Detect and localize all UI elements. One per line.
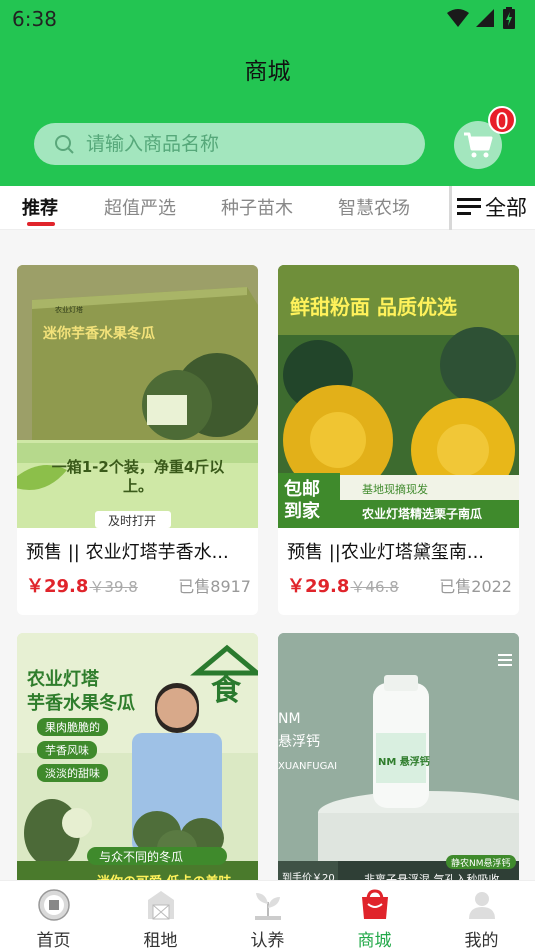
search-bar[interactable] [34, 123, 425, 165]
status-bar: 6:38 [0, 0, 535, 36]
product-title: 预售 || 农业灯塔芋香水... [26, 542, 229, 563]
category-tabs: 推荐 超值严选 种子苗木 智慧农场 全部 [0, 186, 535, 230]
product-info: 预售 ||农业灯塔黛玺南... ￥29.8￥46.8 已售2022 [278, 528, 519, 615]
nav-home[interactable]: 首页 [0, 881, 107, 951]
user-icon [468, 892, 495, 919]
tab-smart-farm[interactable]: 智慧农场 [338, 194, 410, 220]
seal-text: 食 [211, 673, 241, 708]
all-categories-label: 全部 [485, 196, 527, 220]
product-info: 预售 || 农业灯塔芋香水... ￥29.8￥39.8 已售8917 [17, 528, 258, 615]
bottom-tag-text: 与众不同的冬瓜 [99, 850, 184, 864]
tag-text: 静农NM悬浮钙 [451, 859, 511, 869]
product-image: 鲜甜粉面 品质优选 包邮到家 基地现摘现发 农业灯塔精选栗子南瓜 [278, 265, 519, 528]
battery-icon [503, 7, 515, 29]
banner-text: 一箱1-2个装，净重4斤以上。 [51, 458, 225, 495]
signal-icon [476, 9, 494, 27]
nav-label: 我的 [464, 931, 499, 951]
farm-building-icon [147, 891, 174, 920]
sprout-icon [254, 893, 281, 920]
product-original-price: ￥46.8 [350, 578, 399, 596]
bottom-nav: 首页 租地 认养 商城 我的 [0, 880, 535, 951]
tab-active-indicator [27, 222, 55, 226]
status-icons [447, 7, 515, 29]
nav-label: 首页 [36, 931, 71, 951]
cart-badge: 0 [488, 106, 516, 135]
brand-text: NM [278, 711, 301, 727]
nav-adopt[interactable]: 认养 [214, 881, 321, 951]
nav-label: 认养 [250, 931, 285, 951]
bullet-text: 淡淡的甜味 [37, 764, 108, 782]
box-brand-text: 农业灯塔 [55, 306, 83, 314]
page-title: 商城 [244, 59, 291, 85]
shopping-bag-icon [361, 889, 388, 919]
product-card[interactable]: 农业灯塔 迷你芋香水果冬瓜 一箱1-2个装，净重4斤以上。 及时打开 预售 ||… [17, 265, 258, 615]
nav-me[interactable]: 我的 [428, 881, 535, 951]
name-text: 悬浮钙 [278, 734, 320, 750]
stamp-text: 包邮到家 [284, 479, 320, 522]
small-text: 基地现摘现发 [362, 483, 428, 496]
bullet-text: 芋香风味 [37, 741, 97, 759]
search-input[interactable] [86, 133, 386, 155]
product-grid: 农业灯塔 迷你芋香水果冬瓜 一箱1-2个装，净重4斤以上。 及时打开 预售 ||… [0, 230, 535, 880]
price-row: ￥29.8￥46.8 已售2022 [287, 572, 512, 598]
home-logo-icon [37, 889, 70, 921]
app-header: 6:38 商城 0 [0, 0, 535, 186]
search-icon [55, 135, 74, 154]
sold-count: 已售8917 [178, 577, 251, 596]
headline-text: 农业灯塔 [27, 669, 99, 690]
product-card[interactable]: NM 悬浮钙 XUANFUGAI NM 悬浮钙 静农NM悬浮钙 到手价￥20 非… [278, 633, 519, 880]
bottle-label-text: NM 悬浮钙 [378, 757, 430, 768]
tabs-divider [449, 186, 452, 230]
tab-value-select[interactable]: 超值严选 [104, 194, 176, 220]
product-card[interactable]: 农业灯塔 芋香水果冬瓜 食 果肉脆脆的 芋香风味 淡淡的甜味 与众不同的冬瓜 迷… [17, 633, 258, 880]
menu-icon [457, 198, 481, 215]
tab-recommend[interactable]: 推荐 [22, 194, 58, 220]
product-title: 预售 ||农业灯塔黛玺南... [287, 542, 485, 563]
product-image: 农业灯塔 迷你芋香水果冬瓜 一箱1-2个装，净重4斤以上。 及时打开 [17, 265, 258, 528]
nav-label: 租地 [143, 931, 178, 951]
banner-text: 农业灯塔精选栗子南瓜 [362, 507, 483, 521]
product-image: NM 悬浮钙 XUANFUGAI NM 悬浮钙 静农NM悬浮钙 到手价￥20 非… [278, 633, 519, 880]
open-tag-text: 及时打开 [108, 514, 157, 528]
product-image: 农业灯塔 芋香水果冬瓜 食 果肉脆脆的 芋香风味 淡淡的甜味 与众不同的冬瓜 迷… [17, 633, 258, 880]
headline-text: 鲜甜粉面 品质优选 [290, 295, 457, 319]
product-original-price: ￥39.8 [89, 578, 138, 596]
wifi-icon [447, 9, 469, 27]
bottom-banner-text: 非离子悬浮混 气孔入秒吸收 [364, 873, 500, 880]
product-card[interactable]: 鲜甜粉面 品质优选 包邮到家 基地现摘现发 农业灯塔精选栗子南瓜 预售 ||农业… [278, 265, 519, 615]
nav-label: 商城 [357, 931, 392, 951]
cart-icon [464, 132, 493, 158]
nav-mall[interactable]: 商城 [321, 881, 428, 951]
all-categories-button[interactable]: 全部 [455, 192, 527, 222]
sold-count: 已售2022 [439, 577, 512, 596]
status-time: 6:38 [12, 7, 57, 31]
tab-seeds-seedlings[interactable]: 种子苗木 [221, 194, 293, 220]
nav-rent-land[interactable]: 租地 [107, 881, 214, 951]
price-row: ￥29.8￥39.8 已售8917 [26, 572, 251, 598]
box-title-text: 迷你芋香水果冬瓜 [43, 326, 155, 342]
headline-text-2: 芋香水果冬瓜 [27, 693, 135, 714]
price-tag-text: 到手价￥20 [282, 873, 335, 880]
product-price: ￥29.8 [287, 576, 350, 597]
product-price: ￥29.8 [26, 576, 89, 597]
bottom-banner-text: 迷你の可爱 低卡の美味 [97, 871, 232, 880]
bullet-text: 果肉脆脆的 [37, 718, 108, 736]
pinyin-text: XUANFUGAI [278, 761, 338, 772]
